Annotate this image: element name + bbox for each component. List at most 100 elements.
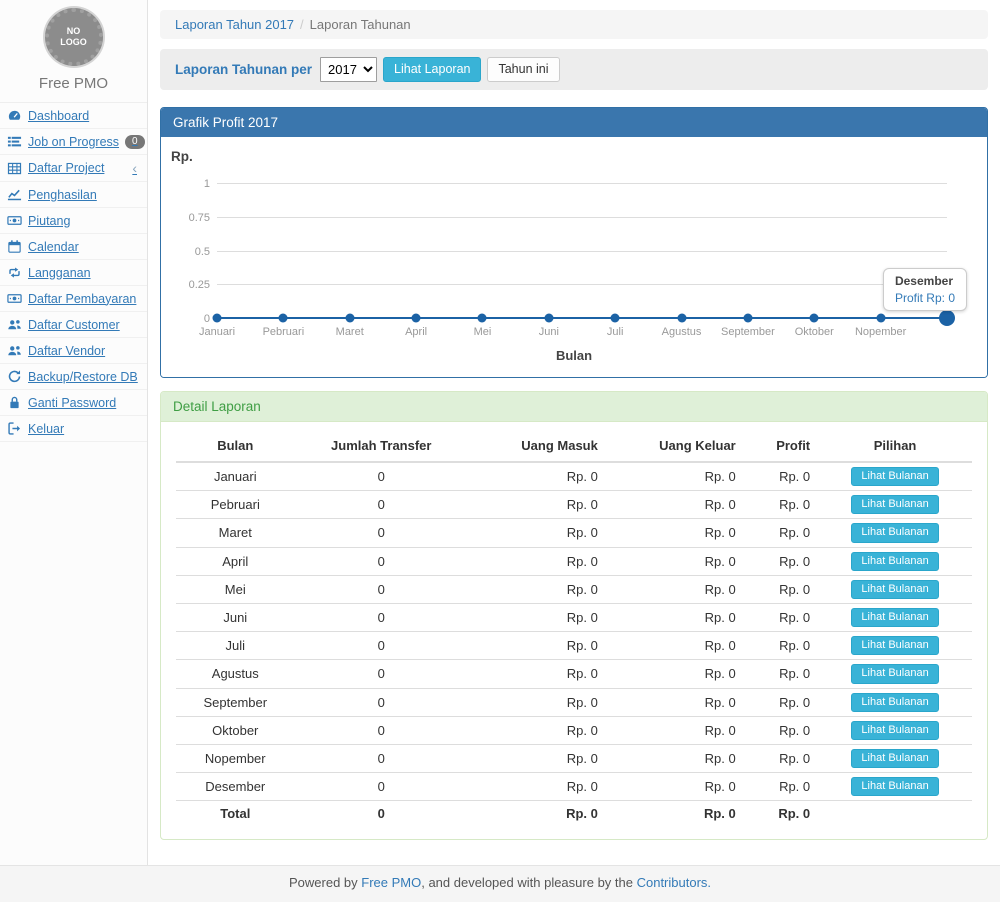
cell: 0 bbox=[295, 632, 468, 660]
lihat-bulanan-button[interactable]: Lihat Bulanan bbox=[851, 777, 938, 796]
data-point-juli[interactable] bbox=[611, 314, 620, 323]
cell: Rp. 0 bbox=[606, 773, 744, 801]
lihat-bulanan-button[interactable]: Lihat Bulanan bbox=[851, 552, 938, 571]
no-logo-text: NO LOGO bbox=[60, 26, 87, 49]
sidebar-item-keluar[interactable]: Keluar bbox=[0, 416, 147, 442]
lock-icon bbox=[7, 395, 22, 410]
users-icon bbox=[7, 317, 22, 332]
lihat-bulanan-button[interactable]: Lihat Bulanan bbox=[851, 608, 938, 627]
data-point-maret[interactable] bbox=[345, 314, 354, 323]
breadcrumb-separator: / bbox=[294, 17, 310, 32]
sidebar-item-langganan[interactable]: Langganan bbox=[0, 260, 147, 286]
main-content: Laporan Tahun 2017/Laporan Tahunan Lapor… bbox=[148, 0, 1000, 865]
tooltip-value: Profit Rp: 0 bbox=[895, 291, 955, 305]
cell: Rp. 0 bbox=[744, 462, 818, 491]
no-logo-badge: NO LOGO bbox=[45, 8, 103, 66]
lihat-bulanan-button[interactable]: Lihat Bulanan bbox=[851, 580, 938, 599]
cell: Nopember bbox=[176, 744, 295, 772]
column-header: Uang Masuk bbox=[468, 430, 606, 462]
count-badge: 0 bbox=[125, 135, 145, 149]
sidebar-item-daftar-vendor[interactable]: Daftar Vendor bbox=[0, 338, 147, 364]
cell: Rp. 0 bbox=[606, 744, 744, 772]
data-point-mei[interactable] bbox=[478, 314, 487, 323]
sidebar-item-calendar[interactable]: Calendar bbox=[0, 234, 147, 260]
money-icon bbox=[7, 213, 22, 228]
tasks-icon bbox=[7, 134, 22, 149]
sidebar-item-ganti-password[interactable]: Ganti Password bbox=[0, 390, 147, 416]
lihat-bulanan-button[interactable]: Lihat Bulanan bbox=[851, 721, 938, 740]
table-row: Pebruari0Rp. 0Rp. 0Rp. 0Lihat Bulanan bbox=[176, 491, 972, 519]
sidebar-item-label: Calendar bbox=[28, 240, 140, 254]
action-cell: Lihat Bulanan bbox=[818, 603, 972, 631]
lihat-bulanan-button[interactable]: Lihat Bulanan bbox=[851, 749, 938, 768]
cell: Agustus bbox=[176, 660, 295, 688]
data-point-nopember[interactable] bbox=[876, 314, 885, 323]
y-tick-label: 0.75 bbox=[170, 212, 210, 224]
lihat-bulanan-button[interactable]: Lihat Bulanan bbox=[851, 495, 938, 514]
data-point-april[interactable] bbox=[412, 314, 421, 323]
footer-link-contributors[interactable]: Contributors. bbox=[637, 875, 711, 890]
sidebar-item-job-on-progress[interactable]: Job on Progress 0 bbox=[0, 129, 147, 155]
data-point-september[interactable] bbox=[743, 314, 752, 323]
action-cell: Lihat Bulanan bbox=[818, 632, 972, 660]
sidebar-item-daftar-customer[interactable]: Daftar Customer bbox=[0, 312, 147, 338]
table-icon bbox=[7, 161, 22, 176]
lihat-bulanan-button[interactable]: Lihat Bulanan bbox=[851, 664, 938, 683]
x-tick-label: Januari bbox=[199, 326, 235, 338]
footer-text-middle: , and developed with pleasure by the bbox=[421, 875, 636, 890]
cell: 0 bbox=[295, 519, 468, 547]
lihat-laporan-button[interactable]: Lihat Laporan bbox=[383, 57, 481, 82]
data-point-oktober[interactable] bbox=[810, 314, 819, 323]
brand-name: Free PMO bbox=[0, 75, 147, 92]
column-header: Uang Keluar bbox=[606, 430, 744, 462]
action-cell bbox=[818, 801, 972, 825]
lihat-bulanan-button[interactable]: Lihat Bulanan bbox=[851, 467, 938, 486]
data-point-agustus[interactable] bbox=[677, 314, 686, 323]
sidebar-item-daftar-project[interactable]: Daftar Project‹ bbox=[0, 155, 147, 182]
x-tick-label: Juli bbox=[607, 326, 624, 338]
tooltip-title: Desember bbox=[895, 274, 955, 288]
lihat-bulanan-button[interactable]: Lihat Bulanan bbox=[851, 523, 938, 542]
chart-panel-title: Grafik Profit 2017 bbox=[161, 108, 987, 137]
table-row: Agustus0Rp. 0Rp. 0Rp. 0Lihat Bulanan bbox=[176, 660, 972, 688]
chart-x-axis-title: Bulan bbox=[161, 348, 987, 363]
sidebar-item-label: Piutang bbox=[28, 214, 140, 228]
sidebar-item-label: Ganti Password bbox=[28, 396, 140, 410]
table-row: Mei0Rp. 0Rp. 0Rp. 0Lihat Bulanan bbox=[176, 575, 972, 603]
sidebar-item-label: Langganan bbox=[28, 266, 140, 280]
line-chart-icon bbox=[7, 187, 22, 202]
sidebar-item-label: Job on Progress bbox=[28, 135, 119, 149]
lihat-bulanan-button[interactable]: Lihat Bulanan bbox=[851, 636, 938, 655]
year-select[interactable]: 2017 bbox=[320, 57, 377, 82]
data-point-pebruari[interactable] bbox=[279, 314, 288, 323]
sidebar: NO LOGO Free PMO DashboardJob on Progres… bbox=[0, 0, 148, 865]
sidebar-item-penghasilan[interactable]: Penghasilan bbox=[0, 182, 147, 208]
sidebar-item-daftar-pembayaran[interactable]: Daftar Pembayaran bbox=[0, 286, 147, 312]
data-point-januari[interactable] bbox=[213, 314, 222, 323]
sidebar-menu: Dashboard Job on Progress 0 Daftar Project‹… bbox=[0, 102, 147, 442]
sidebar-item-backup-restore-db[interactable]: Backup/Restore DB bbox=[0, 364, 147, 390]
sidebar-item-label: Daftar Pembayaran bbox=[28, 292, 140, 306]
cell: Mei bbox=[176, 575, 295, 603]
calendar-icon bbox=[7, 239, 22, 254]
cell: Rp. 0 bbox=[744, 575, 818, 603]
cell: Rp. 0 bbox=[744, 716, 818, 744]
cell: Rp. 0 bbox=[606, 519, 744, 547]
cell: Total bbox=[176, 801, 295, 825]
sign-out-icon bbox=[7, 421, 22, 436]
table-row: Januari0Rp. 0Rp. 0Rp. 0Lihat Bulanan bbox=[176, 462, 972, 491]
cell: Juni bbox=[176, 603, 295, 631]
lihat-bulanan-button[interactable]: Lihat Bulanan bbox=[851, 693, 938, 712]
data-point-desember[interactable] bbox=[939, 310, 955, 326]
sidebar-item-label: Daftar Customer bbox=[28, 318, 140, 332]
cell: Rp. 0 bbox=[468, 519, 606, 547]
breadcrumb-link-laporan-tahun[interactable]: Laporan Tahun 2017 bbox=[175, 17, 294, 32]
tahun-ini-button[interactable]: Tahun ini bbox=[487, 57, 559, 82]
footer-link-free-pmo[interactable]: Free PMO bbox=[361, 875, 421, 890]
data-point-juni[interactable] bbox=[544, 314, 553, 323]
cell: Rp. 0 bbox=[606, 660, 744, 688]
sidebar-item-piutang[interactable]: Piutang bbox=[0, 208, 147, 234]
cell: Rp. 0 bbox=[744, 632, 818, 660]
cell: 0 bbox=[295, 575, 468, 603]
sidebar-item-dashboard[interactable]: Dashboard bbox=[0, 103, 147, 129]
